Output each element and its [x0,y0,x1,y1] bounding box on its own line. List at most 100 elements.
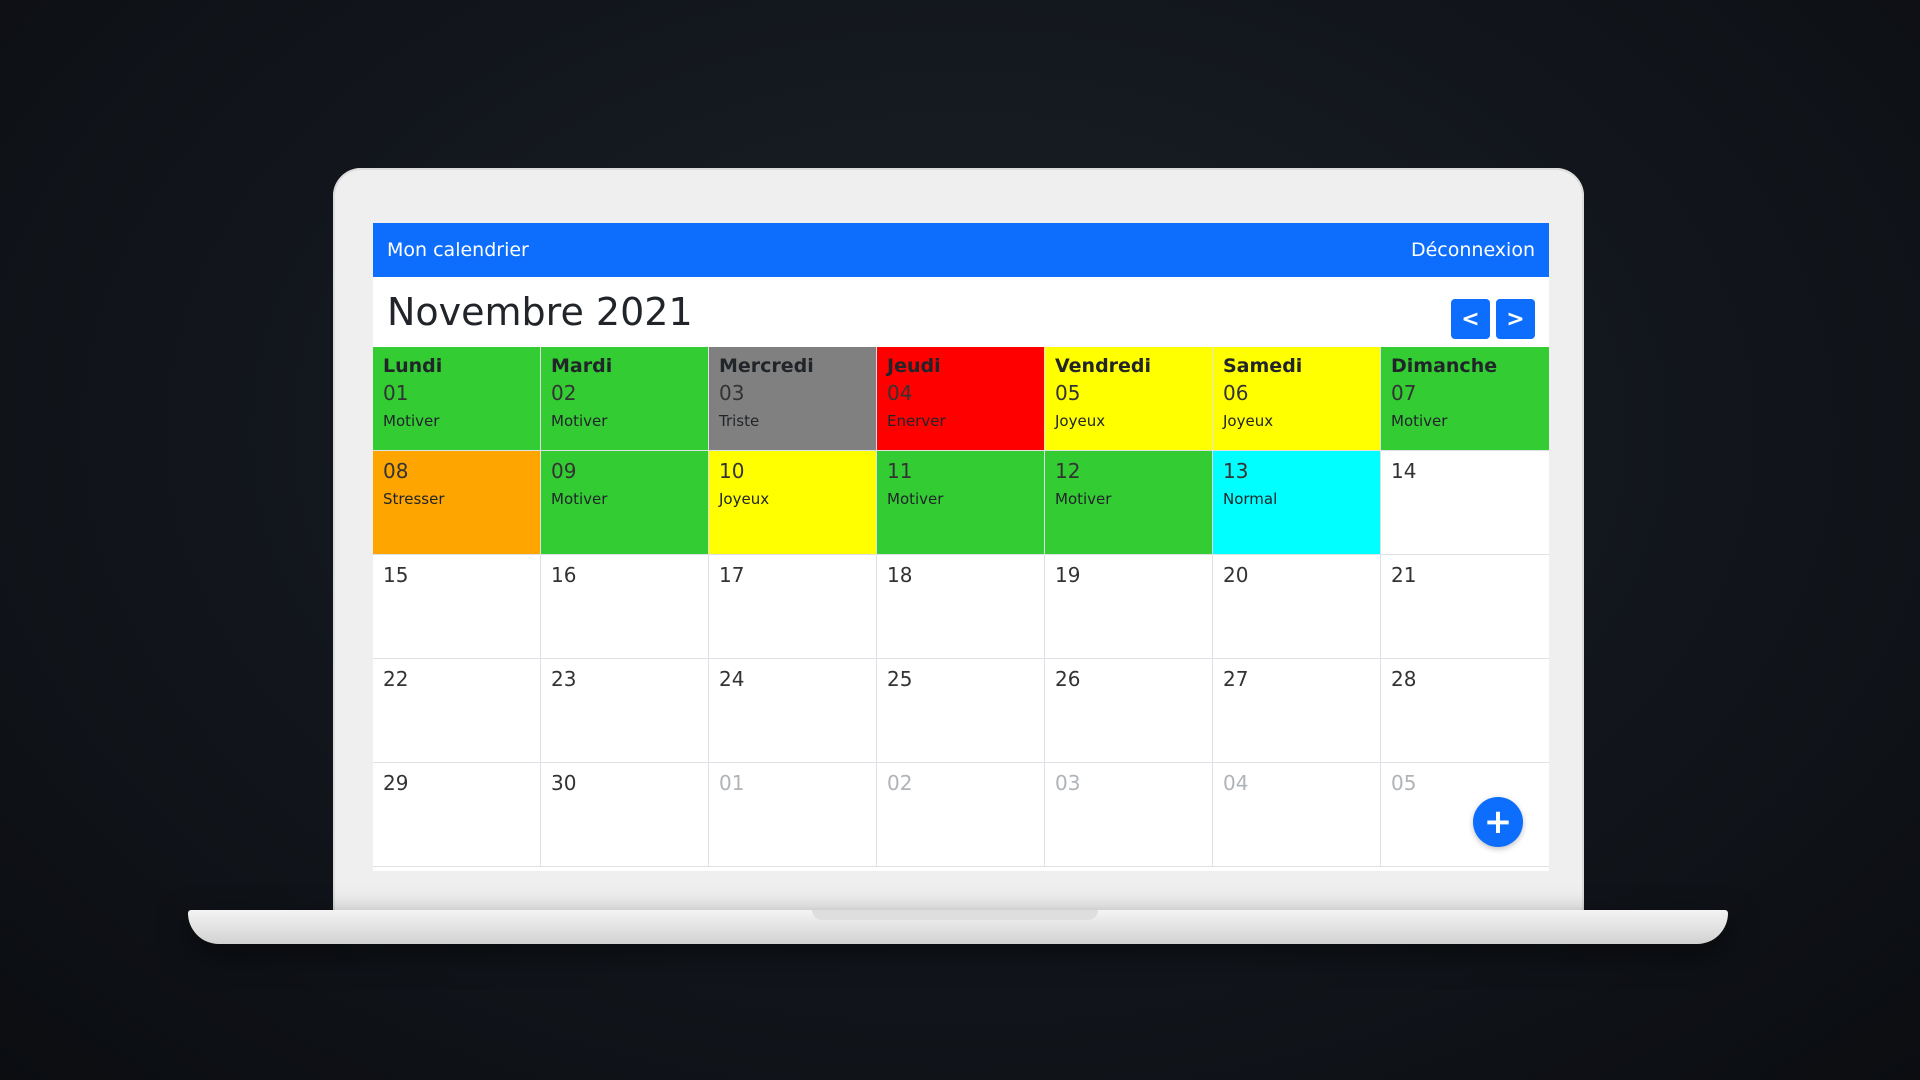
mood-label: Normal [1223,490,1278,508]
mood-label: Triste [719,412,760,430]
calendar-day-cell[interactable]: Samedi 06 Joyeux [1213,347,1381,451]
weekday-label: Jeudi [887,355,941,377]
day-number: 02 [551,381,577,405]
mood-label: Motiver [887,490,944,508]
day-number: 10 [719,459,745,483]
calendar-day-cell[interactable]: 24 [709,659,877,763]
calendar-day-cell[interactable]: 23 [541,659,709,763]
day-number: 05 [1391,771,1417,795]
day-number: 04 [1223,771,1249,795]
calendar-day-cell[interactable]: 30 [541,763,709,867]
calendar-day-cell[interactable]: 09 Motiver [541,451,709,555]
calendar-day-cell[interactable]: Vendredi 05 Joyeux [1045,347,1213,451]
weekday-label: Dimanche [1391,355,1498,377]
day-number: 21 [1391,563,1417,587]
calendar-day-cell[interactable]: 03 [1045,763,1213,867]
day-number: 19 [1055,563,1081,587]
weekday-label: Samedi [1223,355,1303,377]
day-number: 09 [551,459,577,483]
calendar-day-cell[interactable]: 05 [1381,763,1549,867]
calendar-day-cell[interactable]: 13 Normal [1213,451,1381,555]
calendar-day-cell[interactable]: 16 [541,555,709,659]
calendar-day-cell[interactable]: 17 [709,555,877,659]
mood-label: Joyeux [1223,412,1274,430]
day-number: 22 [383,667,409,691]
add-entry-button[interactable]: + [1473,797,1523,847]
calendar-day-cell[interactable]: Mercredi 03 Triste [709,347,877,451]
day-number: 29 [383,771,409,795]
mood-label: Joyeux [719,490,770,508]
next-month-button[interactable]: > [1496,299,1535,339]
day-number: 08 [383,459,409,483]
calendar-day-cell[interactable]: 27 [1213,659,1381,763]
mood-label: Joyeux [1055,412,1106,430]
day-number: 15 [383,563,409,587]
calendar-day-cell[interactable]: 12 Motiver [1045,451,1213,555]
calendar-day-cell[interactable]: 21 [1381,555,1549,659]
calendar-day-cell[interactable]: 08 Stresser [373,451,541,555]
day-number: 18 [887,563,913,587]
mood-label: Motiver [383,412,440,430]
day-number: 20 [1223,563,1249,587]
calendar-day-cell[interactable]: 01 [709,763,877,867]
day-number: 06 [1223,381,1249,405]
weekday-label: Mercredi [719,355,814,377]
day-number: 07 [1391,381,1417,405]
weekday-label: Lundi [383,355,443,377]
navbar: Mon calendrier Déconnexion [373,223,1549,277]
day-number: 12 [1055,459,1081,483]
day-number: 17 [719,563,745,587]
day-number: 23 [551,667,577,691]
mood-label: Motiver [551,490,608,508]
day-number: 28 [1391,667,1417,691]
day-number: 30 [551,771,577,795]
calendar-day-cell[interactable]: 10 Joyeux [709,451,877,555]
weekday-label: Vendredi [1055,355,1152,377]
mood-label: Motiver [551,412,608,430]
calendar-day-cell[interactable]: 04 [1213,763,1381,867]
calendar-day-cell[interactable]: 26 [1045,659,1213,763]
day-number: 26 [1055,667,1081,691]
month-navigation: < > [1451,299,1535,339]
day-number: 01 [719,771,745,795]
calendar-day-cell[interactable]: 20 [1213,555,1381,659]
calendar-day-cell[interactable]: 22 [373,659,541,763]
mood-label: Enerver [887,412,946,430]
day-number: 14 [1391,459,1417,483]
month-title: Novembre 2021 [387,290,693,334]
day-number: 13 [1223,459,1249,483]
logout-link[interactable]: Déconnexion [1411,239,1535,261]
calendar-day-cell[interactable]: 15 [373,555,541,659]
mood-label: Motiver [1055,490,1112,508]
day-number: 16 [551,563,577,587]
day-number: 02 [887,771,913,795]
day-number: 25 [887,667,913,691]
calendar-grid: Lundi 01 Motiver Mardi 02 Motiver Mercredi 03 Tr… [373,347,1549,867]
day-number: 03 [1055,771,1081,795]
calendar-day-cell[interactable]: 14 [1381,451,1549,555]
calendar-day-cell[interactable]: 28 [1381,659,1549,763]
day-number: 03 [719,381,745,405]
calendar-day-cell[interactable]: 11 Motiver [877,451,1045,555]
mood-label: Motiver [1391,412,1448,430]
calendar-day-cell[interactable]: Dimanche 07 Motiver [1381,347,1549,451]
calendar-header: Novembre 2021 < > [373,277,1549,347]
calendar-day-cell[interactable]: Mardi 02 Motiver [541,347,709,451]
calendar-day-cell[interactable]: 25 [877,659,1045,763]
day-number: 05 [1055,381,1081,405]
day-number: 24 [719,667,745,691]
day-number: 01 [383,381,409,405]
calendar-day-cell[interactable]: 18 [877,555,1045,659]
calendar-day-cell[interactable]: Jeudi 04 Enerver [877,347,1045,451]
mood-label: Stresser [383,490,445,508]
calendar-day-cell[interactable]: 02 [877,763,1045,867]
day-number: 27 [1223,667,1249,691]
laptop-notch [812,910,1098,920]
calendar-day-cell[interactable]: 29 [373,763,541,867]
previous-month-button[interactable]: < [1451,299,1490,339]
weekday-label: Mardi [551,355,613,377]
calendar-day-cell[interactable]: 19 [1045,555,1213,659]
brand-link[interactable]: Mon calendrier [387,239,529,261]
calendar-day-cell[interactable]: Lundi 01 Motiver [373,347,541,451]
day-number: 04 [887,381,913,405]
